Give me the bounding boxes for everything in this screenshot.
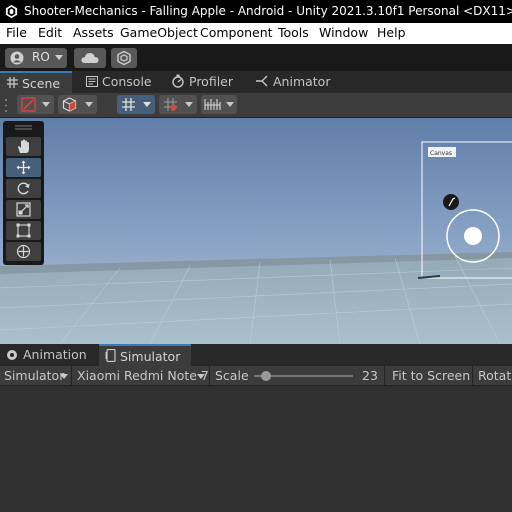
simulator-mode-label: Simulator — [4, 368, 65, 383]
tab-animator-label: Animator — [273, 74, 331, 89]
bottom-tab-bar: Animation Simulator — [0, 344, 512, 368]
rect-transform-icon — [16, 223, 31, 238]
menu-gameobject[interactable]: GameObject — [120, 25, 198, 40]
cloud-icon — [81, 53, 99, 63]
scale-tool-button[interactable] — [6, 200, 41, 219]
move-tool-button[interactable] — [6, 158, 41, 177]
window-title: Shooter-Mechanics - Falling Apple - Andr… — [24, 4, 512, 18]
menu-edit[interactable]: Edit — [38, 25, 62, 40]
console-icon — [86, 76, 98, 87]
scale-slider-thumb[interactable] — [260, 371, 271, 381]
top-tab-bar: Scene Console Profiler Animator — [0, 71, 512, 95]
scene-view[interactable]: Canvas — [0, 118, 512, 344]
transform-tool-button[interactable] — [6, 242, 41, 261]
profiler-icon — [172, 74, 184, 88]
fit-to-screen-toggle[interactable]: Fit to Screen — [392, 368, 470, 383]
cloud-button[interactable] — [74, 48, 106, 68]
ruler-icon — [204, 99, 221, 110]
draw-mode-icon — [21, 97, 36, 112]
hand-icon — [18, 139, 29, 153]
simulator-mode-dropdown[interactable]: Simulator — [0, 366, 71, 386]
menu-file[interactable]: File — [6, 25, 27, 40]
scene-toolbar — [0, 93, 512, 118]
rotate-tool-button[interactable] — [6, 179, 41, 198]
scene-grid-icon — [7, 77, 18, 88]
unity-logo-icon — [5, 4, 18, 19]
menu-tools[interactable]: Tools — [278, 25, 309, 40]
tab-simulator-label: Simulator — [120, 349, 181, 364]
canvas-label: Canvas — [430, 150, 452, 157]
tab-console[interactable]: Console — [80, 71, 160, 93]
chevron-down-icon — [60, 374, 68, 379]
tab-console-label: Console — [102, 74, 152, 89]
scale-value: 23 — [362, 368, 378, 383]
menu-assets[interactable]: Assets — [73, 25, 114, 40]
tab-profiler[interactable]: Profiler — [167, 71, 247, 93]
increment-snap-dropdown[interactable] — [159, 95, 197, 114]
tab-animator[interactable]: Animator — [251, 71, 335, 93]
account-dropdown[interactable]: RO — [5, 48, 67, 68]
device-dropdown[interactable]: Xiaomi Redmi Note 7 — [72, 366, 209, 386]
simulator-toolbar: Simulator Xiaomi Redmi Note 7 Scale 23 F… — [0, 366, 512, 386]
tab-animation-label: Animation — [23, 347, 87, 362]
collab-button[interactable] — [111, 48, 137, 68]
account-label: RO — [32, 50, 50, 64]
animation-icon — [7, 350, 17, 360]
transform-icon — [16, 244, 31, 259]
rect-tool-button[interactable] — [6, 221, 41, 240]
chevron-down-icon — [55, 55, 63, 60]
rotate-button[interactable]: Rotate — [478, 368, 512, 383]
grid-snap-dropdown[interactable] — [117, 95, 155, 114]
menu-help[interactable]: Help — [377, 25, 406, 40]
cube-icon — [62, 97, 77, 112]
menu-component[interactable]: Component — [200, 25, 273, 40]
scale-label: Scale — [215, 368, 249, 383]
tab-scene-label: Scene — [22, 76, 61, 91]
chevron-down-icon — [226, 102, 234, 107]
package-icon — [117, 50, 131, 66]
animator-icon — [256, 75, 268, 87]
joystick-knob[interactable] — [464, 227, 482, 245]
tab-profiler-label: Profiler — [189, 74, 234, 89]
rotate-icon — [17, 182, 30, 195]
tab-simulator[interactable]: Simulator — [99, 344, 191, 368]
tab-scene[interactable]: Scene — [0, 71, 72, 95]
chevron-down-icon — [185, 102, 193, 107]
grid-icon — [122, 98, 135, 111]
tools-palette — [3, 121, 44, 265]
device-icon — [105, 349, 116, 362]
main-toolbar: RO — [0, 44, 512, 71]
chevron-down-icon — [197, 374, 205, 379]
account-icon — [10, 51, 24, 65]
chevron-down-icon — [85, 102, 93, 107]
title-bar: Shooter-Mechanics - Falling Apple - Andr… — [0, 0, 512, 23]
snap-icon — [164, 98, 177, 111]
device-label: Xiaomi Redmi Note 7 — [77, 368, 209, 383]
tab-animation[interactable]: Animation — [0, 344, 96, 366]
menu-window[interactable]: Window — [319, 25, 368, 40]
scene-viewport[interactable]: Canvas — [0, 118, 512, 344]
ruler-dropdown[interactable] — [201, 95, 237, 114]
chevron-down-icon — [143, 102, 151, 107]
scale-icon — [16, 202, 31, 217]
drag-handle-icon[interactable] — [4, 97, 8, 114]
menu-bar: File Edit Assets GameObject Component To… — [0, 23, 512, 44]
palette-handle-icon[interactable] — [15, 125, 32, 130]
shading-mode-dropdown[interactable] — [58, 95, 97, 114]
chevron-down-icon — [42, 102, 50, 107]
simulator-view[interactable] — [0, 386, 512, 512]
move-icon — [16, 160, 31, 175]
hand-tool-button[interactable] — [6, 137, 41, 156]
draw-mode-dropdown[interactable] — [17, 95, 54, 114]
